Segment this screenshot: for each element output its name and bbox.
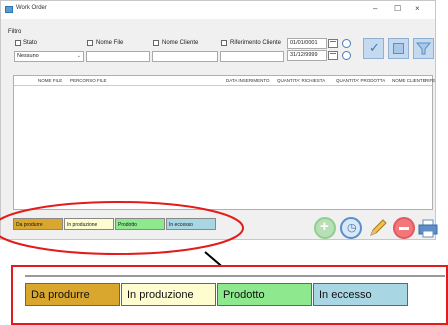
zoomed-legend-in-produzione: In produzione (121, 283, 216, 306)
zoomed-legend-da-produrre: Da produrre (25, 283, 120, 306)
zoomed-legend-prodotto: Prodotto (217, 283, 312, 306)
zoomed-legend-in-eccesso: In eccesso (313, 283, 408, 306)
callout-divider (25, 275, 445, 277)
highlight-ellipse (0, 201, 244, 255)
